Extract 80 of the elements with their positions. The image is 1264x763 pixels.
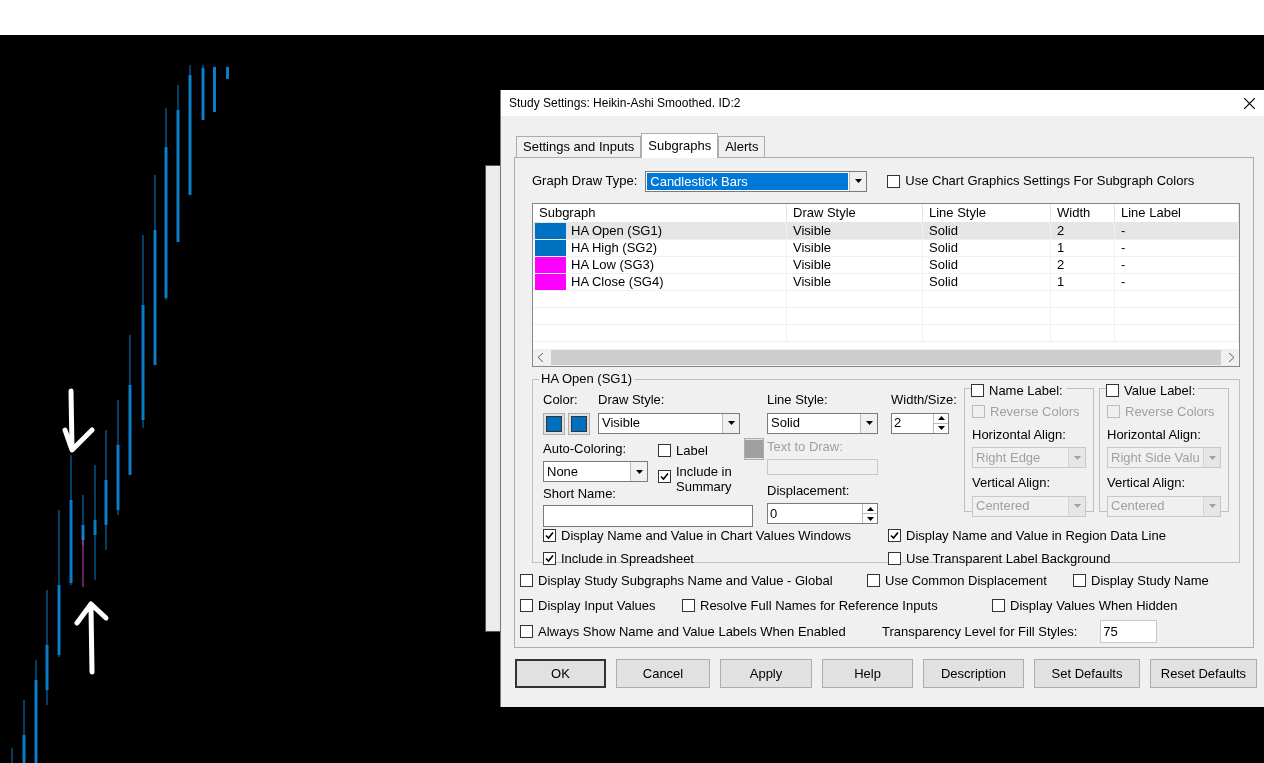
table-cell: 2: [1057, 223, 1065, 239]
table-cell: Solid: [929, 257, 958, 273]
table-cell: 1: [1057, 240, 1065, 256]
spin-field[interactable]: 2: [891, 412, 949, 434]
table-row[interactable]: HA High (SG2) Visible Solid 1 -: [533, 240, 1239, 257]
dropdown[interactable]: Visible: [598, 412, 740, 434]
field-label: Graph Draw Type:: [532, 172, 638, 191]
tab[interactable]: Subgraphs: [641, 133, 719, 158]
checkbox-label: Name Label:: [989, 382, 1063, 400]
field-label: Draw Style:: [598, 391, 666, 409]
dialog-button[interactable]: Reset Defaults: [1150, 659, 1257, 688]
column-header[interactable]: Subgraph: [533, 204, 787, 222]
dialog-button[interactable]: Apply: [720, 659, 812, 688]
field-label: Transparency Level for Fill Styles:: [882, 622, 1078, 641]
table-cell: Solid: [929, 240, 958, 256]
column-header[interactable]: Line Style: [923, 204, 1051, 222]
field-label: Text to Draw:: [767, 437, 844, 456]
window-title: Study Settings: Heikin-Ashi Smoothed. ID:2: [509, 95, 742, 112]
checkbox-label: Use Transparent Label Background: [906, 549, 1111, 568]
column-header[interactable]: Line Label: [1115, 204, 1239, 222]
table-cell: -: [1121, 274, 1126, 290]
field-label: Width/Size:: [891, 391, 958, 409]
transparency-field[interactable]: 75: [1100, 620, 1158, 643]
table-cell: -: [1121, 257, 1126, 273]
field-label: Line Style:: [767, 391, 829, 409]
table-cell: 2: [1057, 257, 1065, 273]
checkbox-label: Value Label:: [1124, 382, 1196, 400]
dialog-button[interactable]: Description: [923, 659, 1024, 688]
field-label: Short Name:: [543, 485, 617, 503]
field-label: Horizontal Align:: [972, 425, 1067, 444]
field-label: Color:: [543, 391, 579, 409]
checkbox-label: Display Name and Value in Region Data Line: [906, 527, 1166, 545]
table-cell: Solid: [929, 223, 958, 239]
checkbox-label: Include in Spreadsheet: [561, 549, 694, 568]
table-row[interactable]: HA Close (SG4) Visible Solid 1 -: [533, 274, 1239, 291]
checkbox-label: Display Name and Value in Chart Values Windows: [561, 527, 851, 545]
table-cell: Visible: [793, 223, 832, 239]
column-header[interactable]: Width: [1051, 204, 1115, 222]
field-label: Vertical Align:: [972, 474, 1052, 492]
column-header[interactable]: Draw Style: [787, 204, 923, 222]
checkbox-label: Display Study Subgraphs Name and Value - Global: [538, 572, 833, 590]
checkbox-label: Always Show Name and Value Labels When Enabled: [538, 622, 846, 641]
field-label: Horizontal Align:: [1107, 425, 1202, 444]
tab[interactable]: Settings and Inputs: [516, 136, 642, 157]
table-row[interactable]: HA Open (SG1) Visible Solid 2 -: [533, 223, 1239, 240]
checkbox-label: Resolve Full Names for Reference Inputs: [700, 596, 938, 615]
dialog-button[interactable]: Cancel: [616, 659, 710, 688]
checkbox-label: Include in Summary: [676, 464, 733, 494]
checkbox-label: Use Common Displacement: [885, 572, 1047, 590]
spin-field[interactable]: 0: [767, 503, 878, 524]
checkbox-label: Display Study Name: [1091, 572, 1209, 590]
field-label: Vertical Align:: [1107, 474, 1187, 492]
checkbox-label: Display Values When Hidden: [1010, 596, 1178, 615]
tab[interactable]: Alerts: [718, 136, 766, 157]
dropdown[interactable]: Solid: [767, 412, 878, 434]
table-cell: HA Close (SG4): [571, 274, 664, 290]
checkbox-label: Reverse Colors: [990, 403, 1080, 421]
field-label: Auto-Coloring:: [543, 439, 628, 458]
table-cell: 1: [1057, 274, 1065, 290]
table-cell: Visible: [793, 257, 832, 273]
table-cell: HA Open (SG1): [571, 223, 663, 239]
dropdown[interactable]: None: [543, 461, 648, 482]
checkbox-label: Label: [676, 441, 708, 460]
dialog-button[interactable]: Set Defaults: [1034, 659, 1140, 688]
table-cell: HA Low (SG3): [571, 257, 655, 273]
dropdown[interactable]: Candlestick Bars: [645, 170, 868, 192]
table-row[interactable]: HA Low (SG3) Visible Solid 2 -: [533, 257, 1239, 274]
field-label: Displacement:: [767, 481, 851, 500]
table-cell: -: [1121, 223, 1126, 239]
checkbox-label: Reverse Colors: [1125, 403, 1215, 421]
dialog-button[interactable]: Help: [822, 659, 913, 688]
table-cell: Visible: [793, 240, 832, 256]
group-title: HA Open (SG1): [539, 371, 635, 387]
table-cell: Visible: [793, 274, 832, 290]
table-cell: HA High (SG2): [571, 240, 657, 256]
table-cell: Solid: [929, 274, 958, 290]
table-cell: -: [1121, 240, 1126, 256]
dialog-button[interactable]: OK: [515, 659, 606, 688]
checkbox-label: Display Input Values: [538, 596, 656, 615]
checkbox-label: Use Chart Graphics Settings For Subgraph Colors: [905, 172, 1195, 191]
